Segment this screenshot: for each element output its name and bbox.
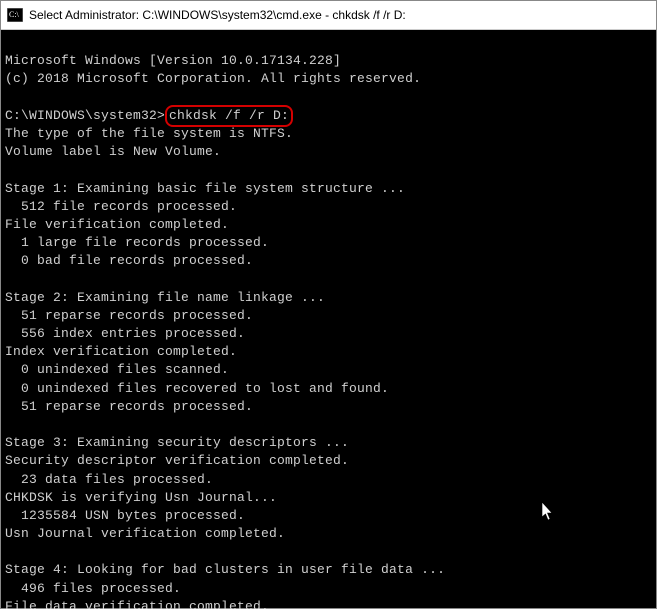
output-line: 51 reparse records processed. [5, 399, 253, 414]
output-line: 496 files processed. [5, 581, 181, 596]
output-line: 556 index entries processed. [5, 326, 245, 341]
output-line: Stage 2: Examining file name linkage ... [5, 290, 325, 305]
output-line: Microsoft Windows [Version 10.0.17134.22… [5, 53, 341, 68]
cmd-window: C:\ Select Administrator: C:\WINDOWS\sys… [0, 0, 657, 609]
cmd-icon: C:\ [7, 7, 23, 23]
output-line: Index verification completed. [5, 344, 237, 359]
output-line: Stage 3: Examining security descriptors … [5, 435, 349, 450]
output-line: 0 unindexed files scanned. [5, 362, 229, 377]
terminal-output[interactable]: Microsoft Windows [Version 10.0.17134.22… [1, 30, 656, 609]
typed-command: chkdsk /f /r D: [169, 108, 289, 123]
output-line: 1235584 USN bytes processed. [5, 508, 245, 523]
output-line: The type of the file system is NTFS. [5, 126, 293, 141]
svg-text:C:\: C:\ [9, 10, 20, 19]
output-line: Stage 4: Looking for bad clusters in use… [5, 562, 445, 577]
output-line: 512 file records processed. [5, 199, 237, 214]
output-line: 0 bad file records processed. [5, 253, 253, 268]
window-title: Select Administrator: C:\WINDOWS\system3… [29, 8, 406, 22]
output-line: Stage 1: Examining basic file system str… [5, 181, 405, 196]
output-line: Usn Journal verification completed. [5, 526, 285, 541]
output-line: 1 large file records processed. [5, 235, 269, 250]
output-line: CHKDSK is verifying Usn Journal... [5, 490, 277, 505]
output-line: 0 unindexed files recovered to lost and … [5, 381, 389, 396]
output-line: Security descriptor verification complet… [5, 453, 349, 468]
output-line: File verification completed. [5, 217, 229, 232]
title-bar[interactable]: C:\ Select Administrator: C:\WINDOWS\sys… [1, 1, 656, 30]
output-line: 23 data files processed. [5, 472, 213, 487]
output-line: Volume label is New Volume. [5, 144, 221, 159]
output-line: File data verification completed. [5, 599, 269, 609]
output-line: (c) 2018 Microsoft Corporation. All righ… [5, 71, 421, 86]
output-line: 51 reparse records processed. [5, 308, 253, 323]
prompt: C:\WINDOWS\system32> [5, 108, 165, 123]
command-highlight: chkdsk /f /r D: [165, 105, 293, 127]
